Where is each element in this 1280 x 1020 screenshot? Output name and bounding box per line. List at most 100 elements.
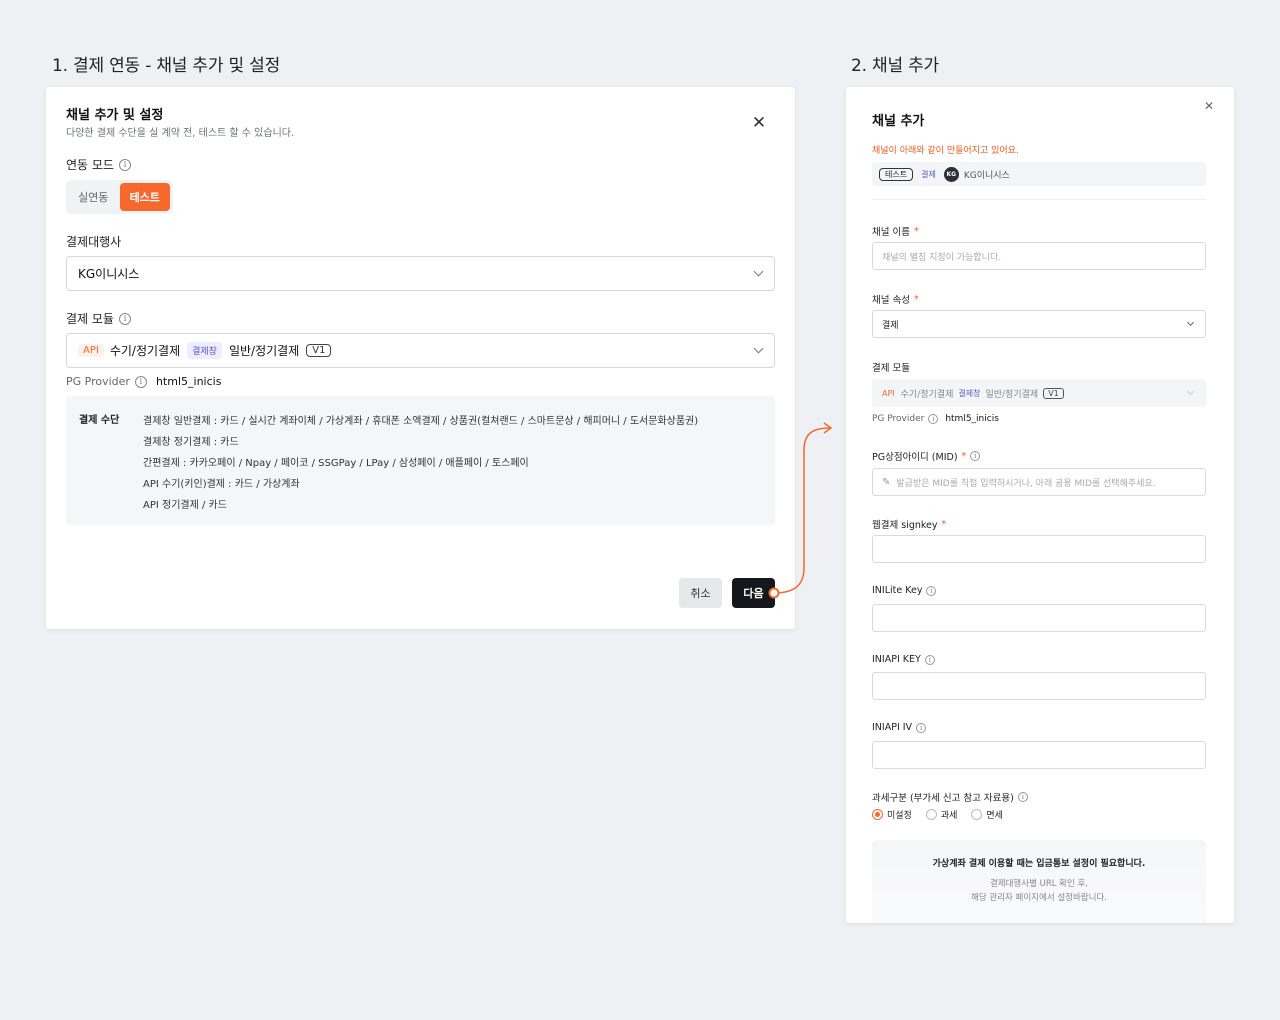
pg-provider-row: PG Provider i html5_inicis [66, 375, 221, 388]
window-tag: 결제창 [958, 388, 981, 398]
info-icon[interactable]: i [1017, 792, 1028, 802]
dialog-subtitle: 다양한 결제 수단을 실 계약 전, 테스트 할 수 있습니다. [66, 128, 295, 139]
channel-preview: 테스트 결제 KG KG이니시스 [872, 162, 1206, 186]
iniapi-key-label-row: INIAPI KEY i [872, 654, 935, 665]
panel-title: 채널 추가 [872, 114, 925, 129]
signkey-label: 웹결제 signkey [872, 520, 938, 531]
section-title-right: 2. 채널 추가 [851, 56, 939, 76]
radio-icon [925, 809, 937, 820]
required-mark: * [913, 293, 919, 305]
pg-provider-value: html5_inicis [945, 414, 999, 424]
channel-name-input[interactable]: 채널의 별칭 지정이 가능합니다. [872, 242, 1206, 270]
dialog-title: 채널 추가 및 설정 [66, 108, 164, 123]
preview-pay-tag: 결제 [921, 169, 936, 179]
pencil-icon: ✎ [882, 476, 891, 488]
tax-label-row: 과세구분 (부가세 신고 참고 자료용) i [872, 790, 1028, 804]
info-icon[interactable]: i [134, 375, 147, 388]
window-tag: 결제창 [187, 342, 222, 359]
close-icon[interactable]: ✕ [749, 113, 769, 133]
pg-logo: KG [943, 166, 959, 182]
channel-attr-value: 결제 [882, 320, 899, 331]
version-tag: V1 [306, 344, 332, 357]
inilite-label-row: INILite Key i [872, 585, 937, 596]
inilite-key-input[interactable] [872, 604, 1206, 632]
mid-label: PG상점아이디 (MID) [872, 452, 958, 463]
divider [872, 199, 1206, 200]
iniapi-iv-label: INIAPI IV [872, 722, 913, 733]
radio-selected-icon [872, 809, 883, 820]
payment-methods-label: 결제 수단 [79, 415, 120, 426]
mode-toggle: 실연동 테스트 [66, 180, 173, 214]
payment-method-item: API 수기(키인)결제 : 카드 / 가상계좌 [143, 479, 300, 490]
chevron-down-icon [1186, 387, 1195, 396]
module-select[interactable]: API 수기/정기결제 결제창 일반/정기결제 V1 [66, 333, 775, 368]
inilite-label: INILite Key [872, 585, 923, 596]
window-module-text: 일반/정기결제 [985, 389, 1039, 400]
required-mark: * [913, 225, 919, 237]
pg-select-value: KG이니시스 [78, 267, 140, 281]
tax-label: 과세구분 (부가세 신고 참고 자료용) [872, 793, 1014, 804]
info-icon[interactable]: i [970, 451, 981, 461]
tax-option-label: 과세 [940, 811, 958, 821]
add-channel-panel: 채널 추가 ✕ 채널이 아래와 같이 만들어지고 있어요. 테스트 결제 KG … [846, 87, 1234, 923]
api-tag: API [78, 344, 104, 357]
cancel-button[interactable]: 취소 [679, 578, 722, 608]
mid-input[interactable]: ✎ 발급받은 MID를 직접 입력하시거나, 아래 공용 MID를 선택해주세요… [872, 468, 1206, 496]
tax-radio-exempt[interactable]: 면세 [971, 808, 1003, 821]
version-tag: V1 [1043, 387, 1064, 399]
window-module-text: 일반/정기결제 [228, 344, 300, 358]
api-module-text: 수기/정기결제 [900, 389, 954, 400]
mode-live-button[interactable]: 실연동 [69, 183, 118, 211]
api-module-text: 수기/정기결제 [109, 344, 181, 358]
tax-radio-group: 미설정 과세 면세 [872, 808, 1003, 821]
required-mark: * [961, 450, 967, 462]
payment-method-item: 간편결제 : 카카오페이 / Npay / 페이코 / SSGPay / LPa… [143, 458, 529, 469]
channel-attr-label-row: 채널 속성 * [872, 292, 919, 307]
module-label: 결제 모듈 [872, 363, 910, 374]
section-title-left: 1. 결제 연동 - 채널 추가 및 설정 [52, 56, 281, 76]
info-icon[interactable]: i [118, 312, 131, 325]
signkey-label-row: 웹결제 signkey * [872, 517, 947, 532]
mode-label-row: 연동 모드 i [66, 156, 131, 173]
module-label-row: 결제 모듈 i [66, 310, 131, 327]
channel-attr-label: 채널 속성 [872, 295, 910, 306]
required-mark: * [941, 518, 947, 530]
mid-label-row: PG상점아이디 (MID) * i [872, 449, 981, 463]
tax-option-label: 면세 [986, 811, 1003, 821]
info-icon[interactable]: i [118, 158, 131, 171]
pg-provider-label: PG Provider [872, 414, 925, 424]
close-icon[interactable]: ✕ [1204, 99, 1214, 113]
mode-test-button[interactable]: 테스트 [119, 183, 170, 211]
chevron-down-icon [753, 266, 764, 277]
channel-setup-dialog: 채널 추가 및 설정 다양한 결제 수단을 실 계약 전, 테스트 할 수 있습… [46, 87, 795, 629]
preview-pg-name: KG이니시스 [963, 170, 1010, 181]
pg-provider-value: html5_inicis [155, 375, 222, 388]
tax-radio-unset[interactable]: 미설정 [872, 808, 912, 821]
vaccount-title: 가상계좌 결제 이용할 때는 입금통보 설정이 필요합니다. [932, 859, 1146, 869]
vaccount-line: 해당 관리자 페이지에서 설정바랍니다. [971, 893, 1107, 903]
channel-name-label-row: 채널 이름 * [872, 224, 919, 239]
info-icon[interactable]: i [928, 414, 939, 424]
iniapi-iv-input[interactable] [872, 741, 1206, 769]
iniapi-key-label: INIAPI KEY [872, 654, 921, 665]
info-icon[interactable]: i [924, 654, 935, 665]
next-button[interactable]: 다음 [732, 578, 775, 608]
signkey-input[interactable] [872, 535, 1206, 563]
preview-test-tag: 테스트 [879, 167, 914, 181]
module-label: 결제 모듈 [66, 312, 114, 326]
payment-method-item: 결제창 정기결제 : 카드 [143, 437, 239, 448]
payment-method-item: API 정기결제 / 카드 [143, 500, 227, 511]
radio-icon [971, 809, 983, 820]
info-icon[interactable]: i [926, 585, 937, 596]
info-icon[interactable]: i [916, 722, 927, 733]
iniapi-key-input[interactable] [872, 672, 1206, 700]
channel-attr-select[interactable]: 결제 [872, 310, 1206, 338]
pg-provider-row: PG Provider i html5_inicis [872, 414, 999, 424]
pg-select[interactable]: KG이니시스 [66, 256, 775, 291]
channel-name-label: 채널 이름 [872, 227, 910, 238]
chevron-down-icon [1186, 318, 1195, 327]
tax-radio-taxable[interactable]: 과세 [925, 808, 958, 821]
virtual-account-notice: 가상계좌 결제 이용할 때는 입금통보 설정이 필요합니다. 결제대행사별 UR… [872, 840, 1206, 923]
payment-methods-box: 결제 수단 결제창 일반결제 : 카드 / 실시간 계좌이체 / 가상계좌 / … [66, 396, 775, 525]
api-tag: API [882, 388, 895, 398]
